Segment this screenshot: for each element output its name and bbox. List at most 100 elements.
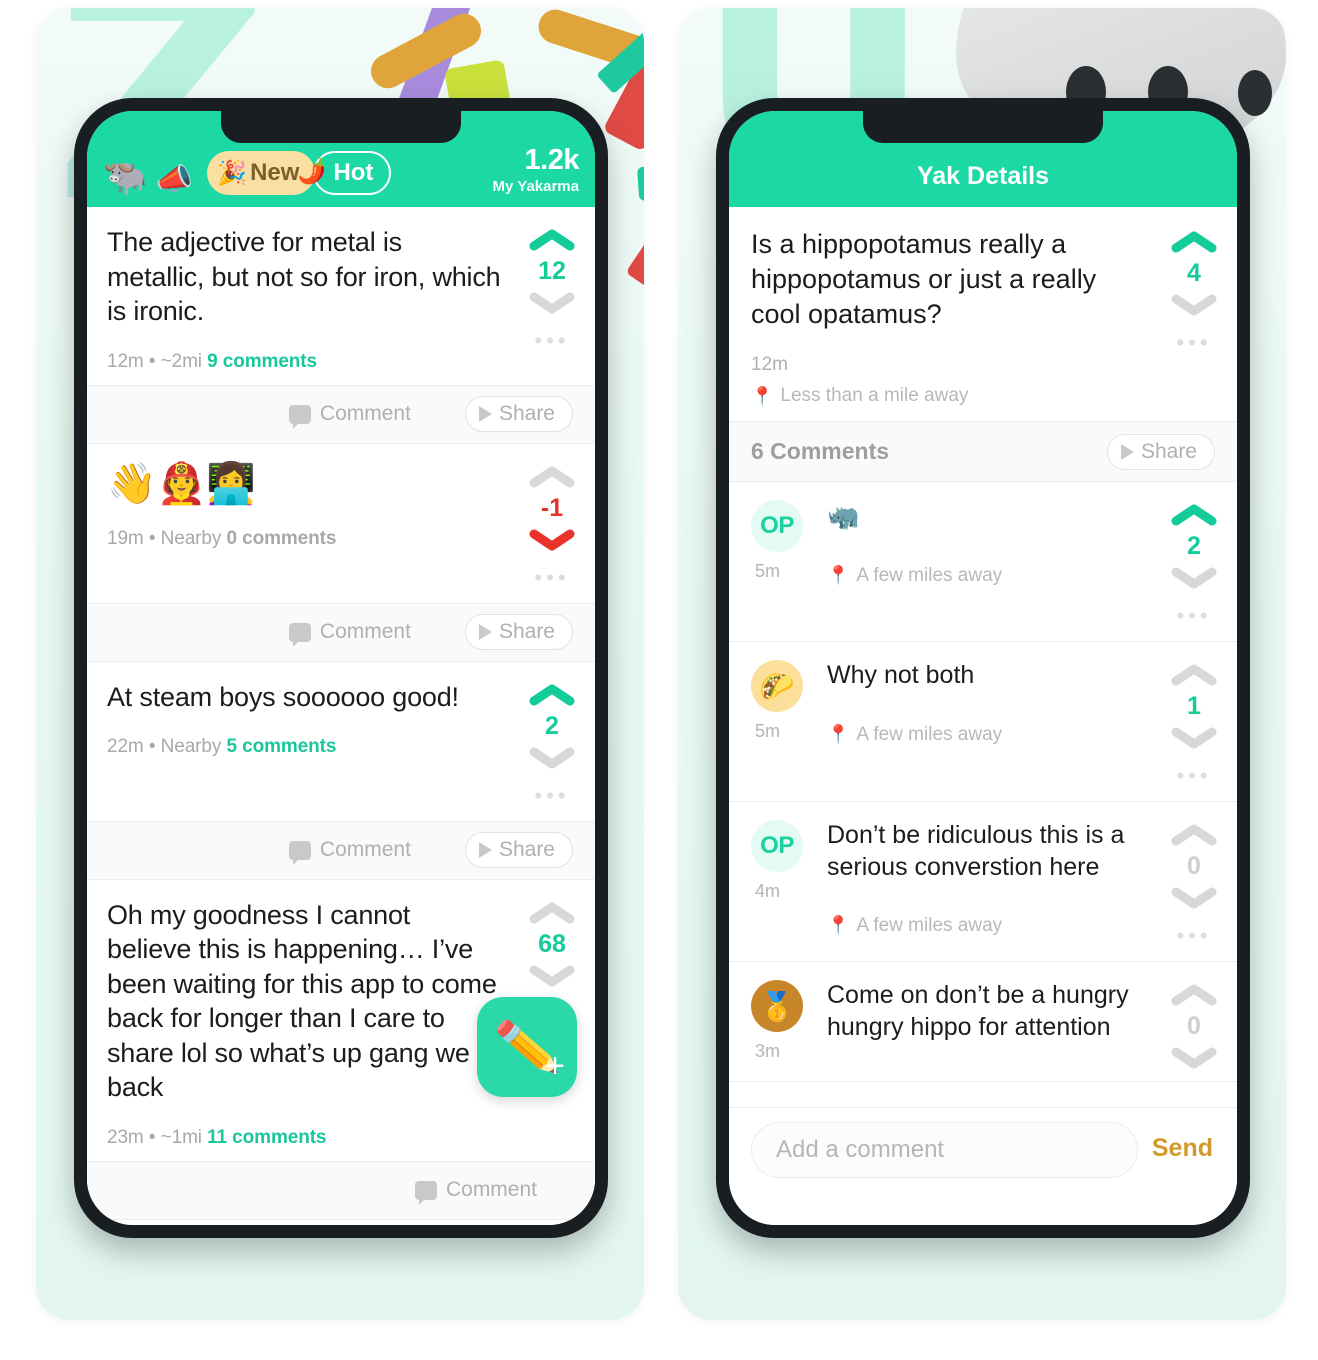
post-time: 22m [107,736,144,758]
vote-count: 68 [538,929,566,958]
comment-item[interactable]: OP 4m Don’t be ridiculous this is a seri… [729,802,1237,963]
downvote-icon[interactable] [1171,1047,1217,1069]
comment-bubble-icon [288,622,311,647]
vote-controls[interactable]: 1 ••• [1151,660,1237,789]
vote-count: 2 [1187,532,1201,561]
party-popper-icon: 🎉 [217,159,248,187]
compose-yak-button[interactable]: ✏️ + [477,997,577,1097]
share-button-label: Share [1140,439,1197,463]
post-meta: 19m • Nearby 0 comments [107,528,501,550]
post-overflow-menu[interactable]: ••• [534,783,569,809]
vote-controls[interactable]: 0 ••• [1151,820,1237,949]
post-meta: 22m • Nearby 5 comments [107,736,501,758]
screenshot-stage: Z U 🐃 📣 🎉 New [0,0,1318,1360]
comment-item[interactable]: 🥇 3m Come on don’t be a hungry hungry hi… [729,962,1237,1083]
detail-post-location-label: Less than a mile away [780,385,969,407]
upvote-icon[interactable] [1171,504,1217,526]
share-button[interactable]: Share [1106,433,1215,470]
comment-text: Don’t be ridiculous this is a serious co… [827,821,1125,881]
comment-avatar-column: OP 4m [751,820,827,949]
comment-time: 5m [755,721,781,742]
vote-count: 1 [1187,692,1201,721]
downvote-icon[interactable] [1171,294,1217,316]
upvote-icon[interactable] [529,466,575,488]
comment-button[interactable]: Comment [288,402,411,429]
send-button[interactable]: Send [1152,1122,1215,1163]
downvote-icon[interactable] [1171,727,1217,749]
tab-hot[interactable]: 🌶️ Hot [296,151,392,195]
share-button[interactable]: Share [464,832,573,869]
share-button[interactable]: Share [464,614,573,651]
comment-overflow-menu[interactable]: ••• [1176,923,1211,949]
post-comment-count[interactable]: 5 comments [226,736,336,757]
downvote-icon[interactable] [1171,887,1217,909]
post-comment-count[interactable]: 9 comments [207,351,317,372]
post-comment-count[interactable]: 11 comments [207,1127,326,1148]
comment-item[interactable]: OP 5m 🦏 📍 A few miles away 2 ••• [729,482,1237,643]
vote-controls[interactable]: 0 [1151,980,1237,1069]
downvote-icon[interactable] [529,747,575,769]
comment-button-label: Comment [445,1178,537,1202]
tab-new-label: New [250,159,300,186]
post-overflow-menu[interactable]: ••• [1176,330,1211,356]
yak-head-icon[interactable]: 🐃 [103,159,148,195]
post-body: At steam boys soooooo good! 22m • Nearby… [107,680,509,809]
comment-bubble-icon [288,840,311,865]
comment-location: 📍 A few miles away [827,724,1145,746]
detail-post-text: Is a hippopotamus really a hippopotamus … [751,229,1097,330]
downvote-icon[interactable] [1171,567,1217,589]
upvote-icon[interactable] [529,229,575,251]
comment-button[interactable]: Comment [288,838,411,865]
comment-button[interactable]: Comment [288,620,411,647]
comment-location-label: A few miles away [856,723,1003,745]
upvote-icon[interactable] [1171,231,1217,253]
taco-avatar-icon: 🌮 [751,660,803,713]
post-actionbar: Comment Share [87,385,595,444]
post-item[interactable]: Is a hippopotamus really a hippopotamus … [87,1220,595,1225]
share-button[interactable]: Share [464,396,573,433]
detail-post-location: 📍 Less than a mile away [751,385,1143,407]
vote-count: 0 [1187,852,1201,881]
comment-button-label: Comment [319,402,411,426]
downvote-icon[interactable] [529,292,575,314]
post-overflow-menu[interactable]: ••• [534,565,569,591]
meta-separator: • [148,527,156,549]
comment-button[interactable]: Comment [414,1178,537,1205]
yakarma-display[interactable]: 1.2k My Yakarma [493,146,580,196]
vote-controls[interactable]: 4 ••• [1151,227,1237,407]
comment-text: Why not both [827,661,975,690]
comment-overflow-menu[interactable]: ••• [1176,763,1211,789]
comment-bubble-icon [288,404,311,429]
vote-controls[interactable]: 2 ••• [1151,500,1237,629]
downvote-icon[interactable] [529,529,575,551]
comment-overflow-menu[interactable]: ••• [1176,603,1211,629]
megaphone-icon[interactable]: 📣 [156,165,193,195]
hippo-nostril-icon [1238,70,1272,116]
post-actionbar: Comment Share [87,603,595,662]
meta-separator: • [148,350,156,372]
comment-bubble-icon [414,1180,437,1205]
post-distance: ~2mi [160,350,202,372]
upvote-icon[interactable] [1171,664,1217,686]
vote-controls[interactable]: 12 ••• [509,225,595,373]
upvote-icon[interactable] [529,902,575,924]
share-arrow-icon [478,406,492,423]
add-comment-input[interactable] [751,1122,1138,1178]
vote-controls[interactable]: 2 ••• [509,680,595,809]
downvote-icon[interactable] [529,965,575,987]
upvote-icon[interactable] [529,684,575,706]
post-overflow-menu[interactable]: ••• [534,328,569,354]
vote-controls[interactable]: -1 ••• [509,462,595,591]
post-meta: 12m • ~2mi 9 comments [107,351,501,373]
post-comment-count[interactable]: 0 comments [226,528,336,549]
comment-item[interactable]: 🌮 5m Why not both 📍 A few miles away 1 •… [729,642,1237,803]
detail-screen: Yak Details Is a hippopotamus really a h… [729,111,1237,1225]
post-item[interactable]: 👋🧑‍🚒👩‍💻 19m • Nearby 0 comments -1 ••• [87,444,595,604]
post-item[interactable]: At steam boys soooooo good! 22m • Nearby… [87,662,595,822]
chili-pepper-icon: 🌶️ [295,156,330,187]
post-text: At steam boys soooooo good! [107,681,459,712]
upvote-icon[interactable] [1171,984,1217,1006]
post-item[interactable]: The adjective for metal is metallic, but… [87,207,595,386]
post-text: The adjective for metal is metallic, but… [107,227,501,327]
upvote-icon[interactable] [1171,824,1217,846]
